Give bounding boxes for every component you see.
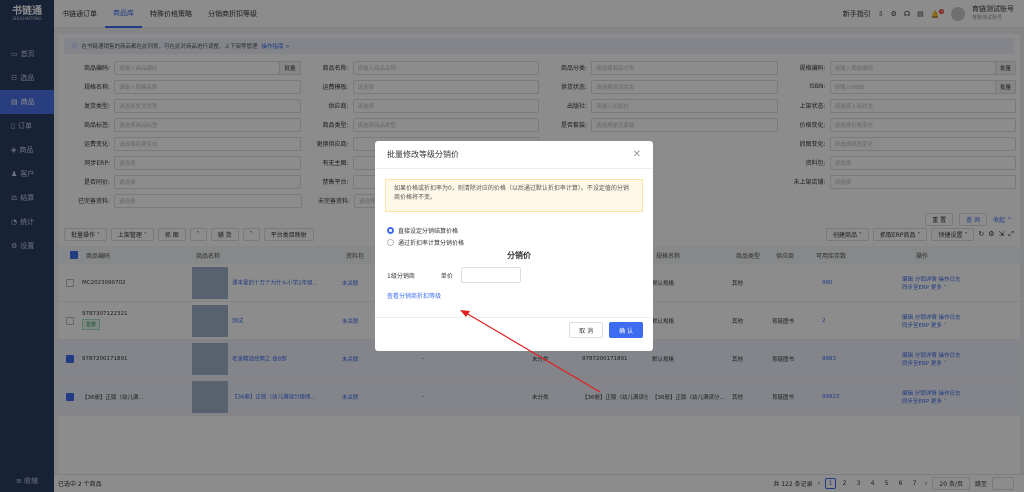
annotation-arrow bbox=[460, 310, 601, 393]
